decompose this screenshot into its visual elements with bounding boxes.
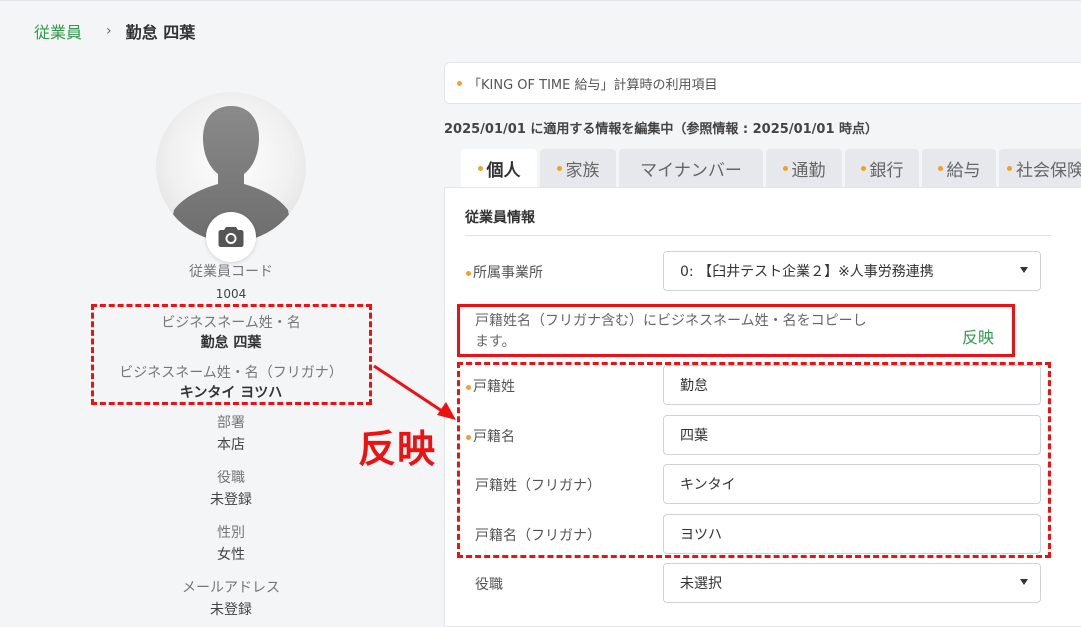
required-dot-icon (860, 165, 866, 171)
highlight-registered-name-fields (457, 362, 1051, 558)
highlight-reflect-row (457, 304, 1015, 357)
office-select[interactable]: 0: 【臼井テスト企業２】※人事労務連携 (663, 251, 1041, 291)
office-label-text: 所属事業所 (473, 265, 543, 281)
top-border (0, 0, 1081, 1)
job-position-label: 役職 (475, 577, 503, 593)
breadcrumb-current: 勤怠 四葉 (125, 23, 196, 42)
tab-label: 個人 (486, 160, 521, 181)
tab-bank[interactable]: 銀行 (845, 149, 919, 187)
gender-label: 性別 (217, 525, 245, 541)
job-position-select[interactable]: 未選択 (663, 563, 1041, 603)
tab-social-insurance[interactable]: 社会保険 (999, 149, 1081, 187)
camera-icon (218, 227, 244, 247)
required-dot-icon (457, 80, 462, 86)
office-select-value: 0: 【臼井テスト企業２】※人事労務連携 (680, 264, 934, 280)
tab-mynumber[interactable]: マイナンバー (619, 149, 763, 187)
required-dot-icon (1007, 165, 1012, 171)
job-position-select-value: 未選択 (680, 576, 722, 592)
tab-label: 家族 (565, 160, 600, 181)
caret-down-icon (1020, 267, 1028, 273)
tab-label: 給与 (946, 160, 981, 181)
highlight-business-name (91, 304, 372, 405)
tab-commute[interactable]: 通勤 (766, 149, 842, 187)
employee-code-field: 従業員コード 1004 (96, 263, 366, 303)
edit-info-text: 2025/01/01 に適用する情報を編集中（参照情報 : 2025/01/01… (444, 122, 879, 137)
tab-bar: 個人 家族 マイナンバー 通勤 銀行 給与 社会保険 (461, 149, 1081, 187)
email-value: 未登録 (210, 602, 252, 618)
office-label: 所属事業所 (466, 262, 543, 282)
position-field: 役職 未登録 (96, 469, 366, 509)
required-dot-icon (937, 165, 943, 171)
position-label: 役職 (217, 470, 245, 486)
department-label: 部署 (217, 415, 245, 431)
chevron-right-icon: › (106, 23, 112, 39)
position-value: 未登録 (210, 492, 252, 508)
annotation-label: 反映 (358, 427, 437, 471)
caret-down-icon (1020, 579, 1028, 585)
section-title: 従業員情報 (465, 210, 535, 226)
email-field: メールアドレス 未登録 (96, 579, 366, 619)
notice-banner: 「KING OF TIME 給与」計算時の利用項目 (444, 62, 1081, 104)
required-dot-icon (466, 270, 471, 276)
required-dot-icon (477, 165, 483, 171)
breadcrumb-employees-link[interactable]: 従業員 (34, 19, 82, 43)
breadcrumb: 従業員 › 勤怠 四葉 (34, 20, 195, 42)
employee-code-value: 1004 (215, 287, 247, 301)
email-label: メールアドレス (182, 580, 280, 596)
tab-personal[interactable]: 個人 (461, 149, 537, 187)
tab-label: 社会保険 (1016, 160, 1081, 181)
tab-label: マイナンバー (640, 160, 742, 181)
department-field: 部署 本店 (96, 414, 366, 454)
divider (465, 235, 1051, 236)
department-value: 本店 (217, 437, 245, 453)
required-dot-icon (782, 165, 788, 171)
tab-family[interactable]: 家族 (540, 149, 616, 187)
gender-field: 性別 女性 (96, 524, 366, 564)
required-dot-icon (556, 165, 562, 171)
employee-code-label: 従業員コード (189, 264, 273, 280)
tab-salary[interactable]: 給与 (922, 149, 996, 187)
change-photo-button[interactable] (206, 212, 256, 262)
tab-label: 銀行 (869, 160, 904, 181)
gender-value: 女性 (217, 547, 245, 563)
tab-label: 通勤 (791, 160, 826, 181)
notice-text: 「KING OF TIME 給与」計算時の利用項目 (468, 77, 718, 93)
